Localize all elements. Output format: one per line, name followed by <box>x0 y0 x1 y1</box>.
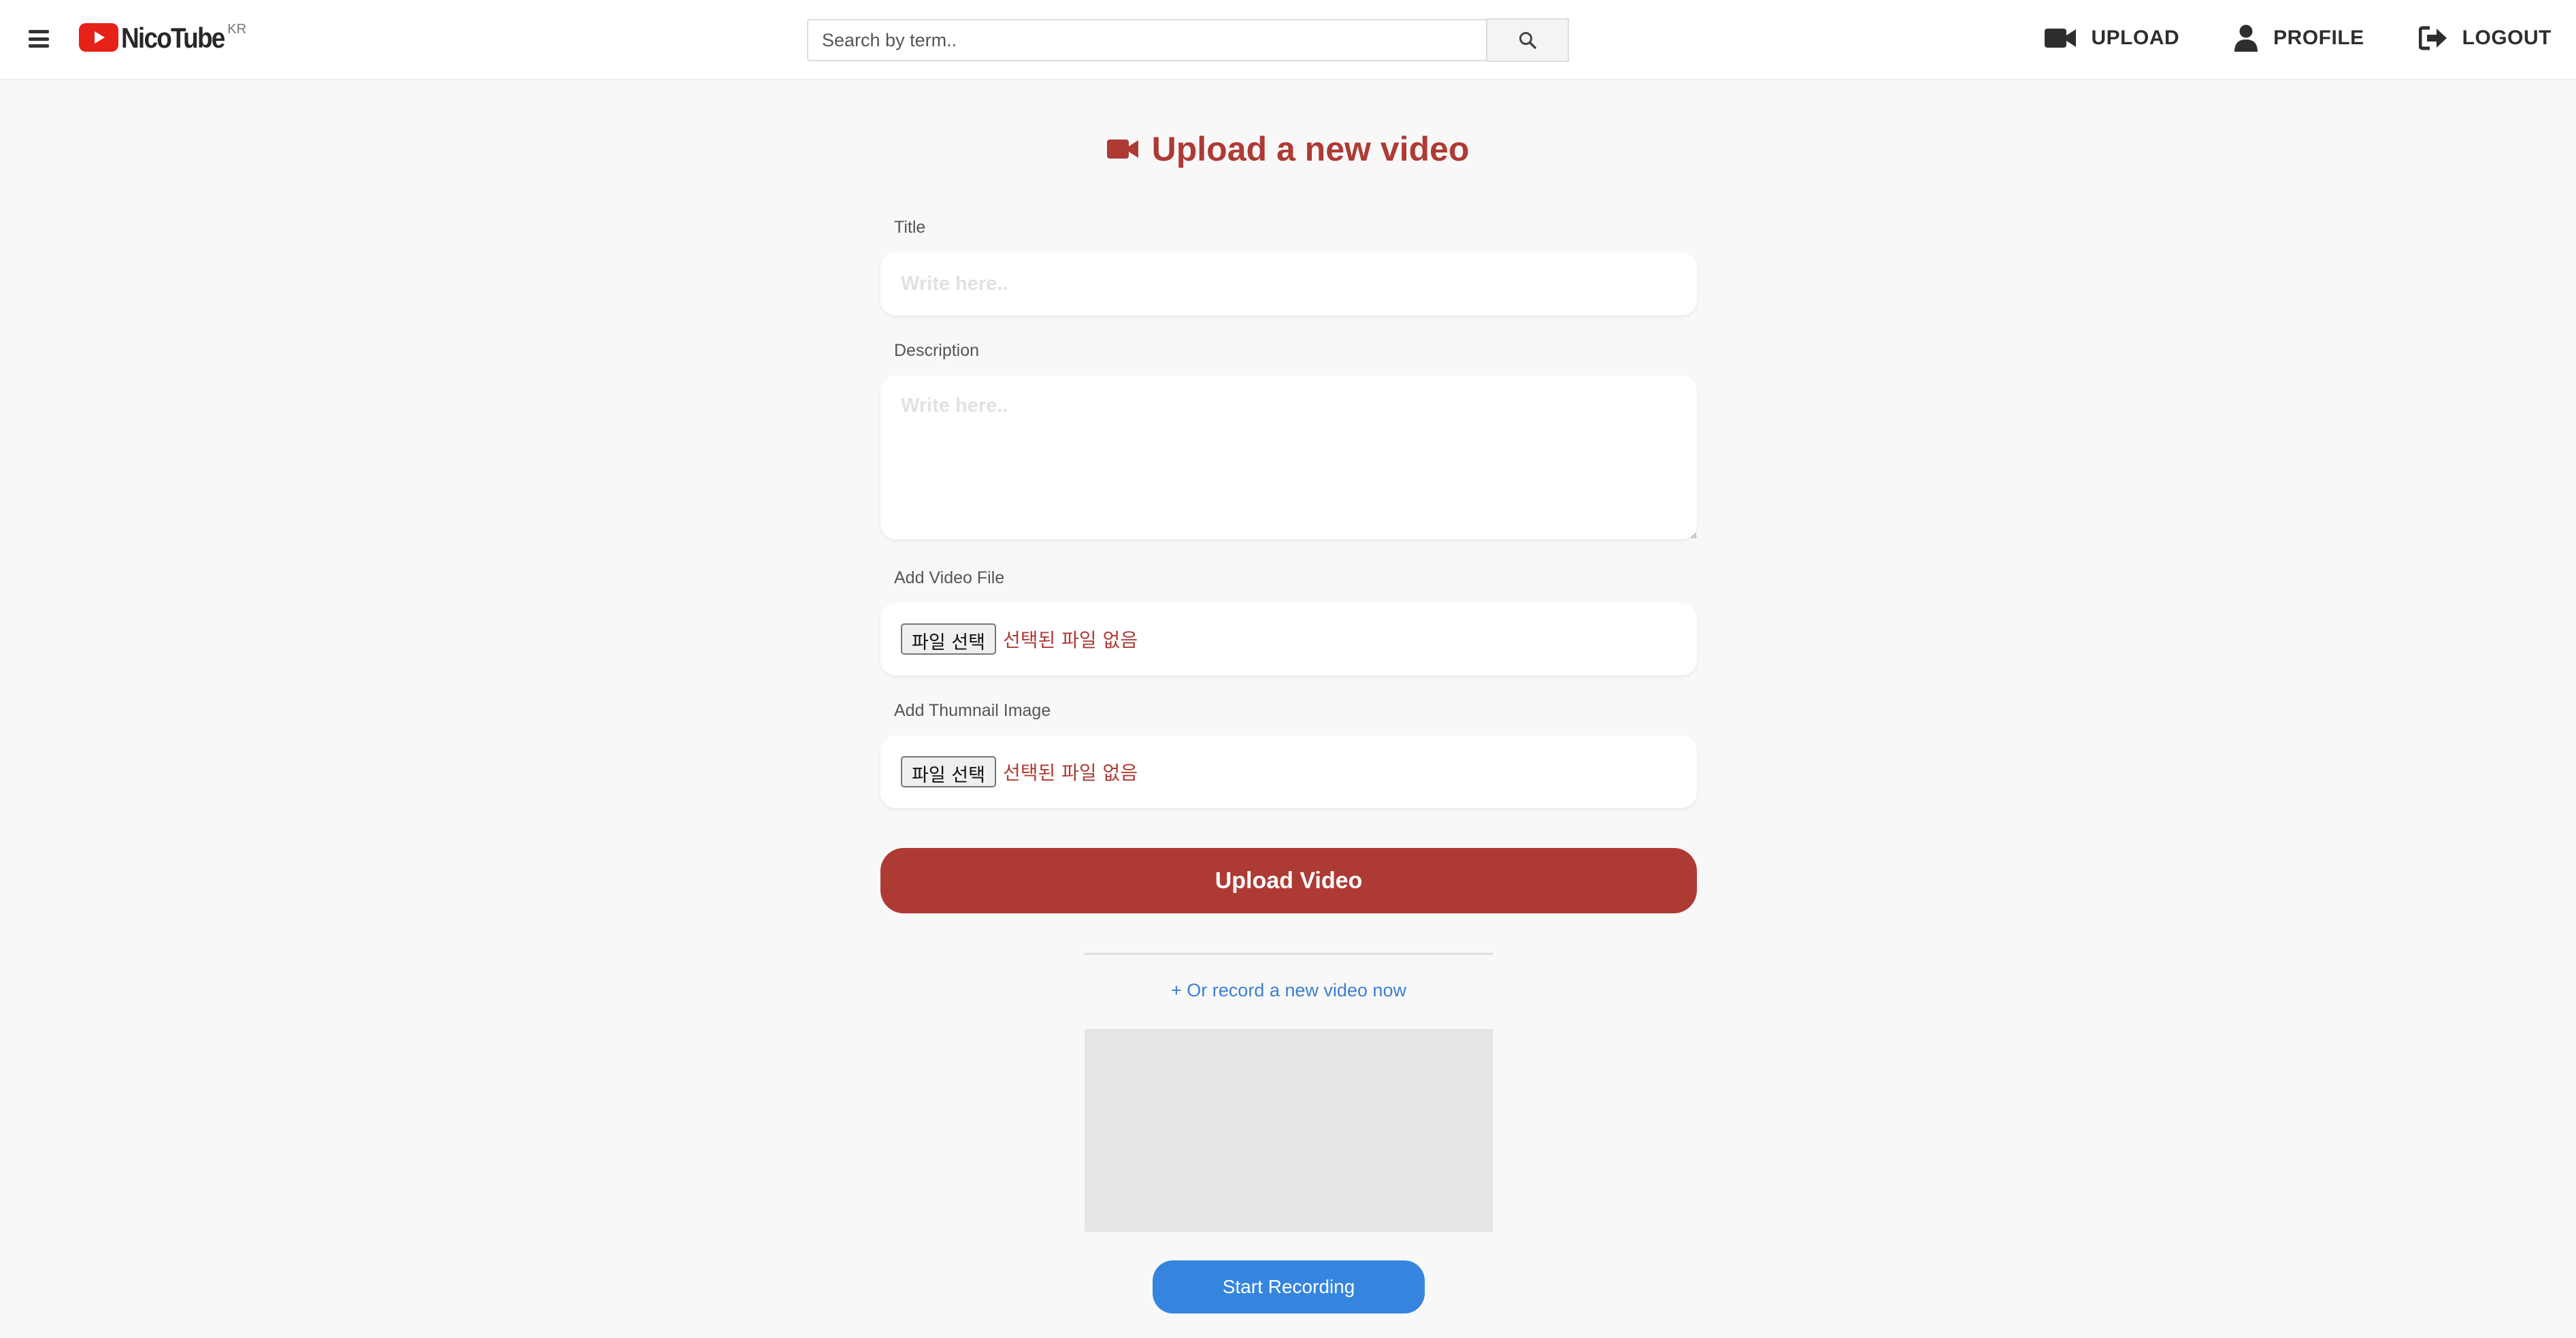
logo-region: KR <box>227 22 247 37</box>
nav-upload-label: UPLOAD <box>2091 27 2180 49</box>
nav-profile-label: PROFILE <box>2273 27 2364 49</box>
description-textarea[interactable] <box>880 376 1697 539</box>
logout-icon <box>2418 26 2447 50</box>
divider <box>1085 953 1493 955</box>
description-label: Description <box>894 341 980 360</box>
video-file-choose-button[interactable]: 파일 선택 <box>901 623 996 655</box>
video-file-group: Add Video File 파일 선택 선택된 파일 없음 <box>880 568 1697 675</box>
thumbnail-file-input: 파일 선택 선택된 파일 없음 <box>880 736 1697 808</box>
upload-video-button[interactable]: Upload Video <box>880 848 1697 913</box>
video-camera-icon <box>1106 140 1138 159</box>
video-camera-icon <box>2045 29 2077 48</box>
user-icon <box>2234 25 2258 52</box>
search-bar <box>807 18 1569 63</box>
search-input[interactable] <box>807 19 1487 61</box>
play-logo-icon <box>79 23 118 52</box>
nav-upload[interactable]: UPLOAD <box>2045 27 2179 50</box>
description-group: Description <box>880 341 1697 542</box>
video-file-label: Add Video File <box>894 568 1005 587</box>
top-header: NicoTube KR UPLOAD PROFILE <box>0 0 2576 80</box>
title-input[interactable] <box>880 252 1697 315</box>
search-button[interactable] <box>1487 18 1569 62</box>
page-title-text: Upload a new video <box>1151 130 1470 168</box>
nav-profile[interactable]: PROFILE <box>2234 25 2364 52</box>
thumbnail-file-status: 선택된 파일 없음 <box>1002 762 1138 784</box>
title-label: Title <box>894 218 926 237</box>
main-nav: UPLOAD PROFILE LOGOUT <box>1990 25 2552 52</box>
start-recording-button[interactable]: Start Recording <box>1153 1260 1425 1313</box>
video-preview <box>1085 1029 1493 1232</box>
thumbnail-choose-button[interactable]: 파일 선택 <box>901 756 996 787</box>
video-file-status: 선택된 파일 없음 <box>1002 629 1138 651</box>
search-icon <box>1519 32 1536 49</box>
record-video-link[interactable]: + Or record a new video now <box>1085 980 1493 1001</box>
logo[interactable]: NicoTube KR <box>79 22 247 56</box>
page-title: Upload a new video <box>0 129 2576 169</box>
thumbnail-group: Add Thumnail Image 파일 선택 선택된 파일 없음 <box>880 701 1697 808</box>
upload-form: Title Description Add Video File 파일 선택 선… <box>880 218 1697 913</box>
title-group: Title <box>880 218 1697 315</box>
nav-logout-label: LOGOUT <box>2462 27 2552 49</box>
video-file-input: 파일 선택 선택된 파일 없음 <box>880 603 1697 675</box>
hamburger-menu-icon[interactable] <box>29 30 49 48</box>
nav-logout[interactable]: LOGOUT <box>2418 26 2552 50</box>
thumbnail-label: Add Thumnail Image <box>894 701 1051 720</box>
logo-text: NicoTube <box>121 22 225 54</box>
